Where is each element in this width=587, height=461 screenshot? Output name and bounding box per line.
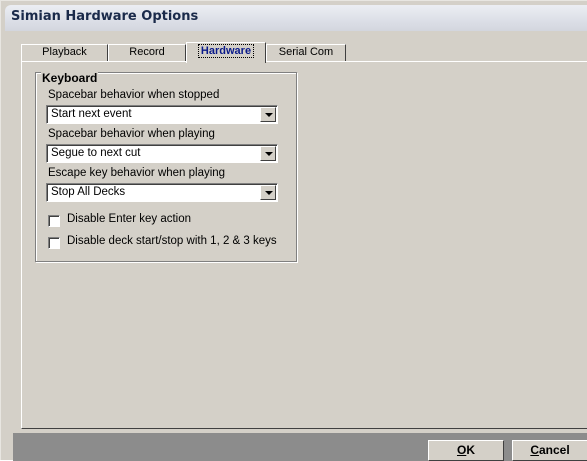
tab-record-label: Record (129, 46, 165, 58)
dropdown-button[interactable] (260, 107, 276, 122)
keyboard-group-title: Keyboard (41, 71, 99, 85)
spacebar-stopped-select[interactable]: Start next event (46, 105, 278, 124)
tab-playback-label: Playback (42, 46, 87, 58)
tab-hardware-label: Hardware (197, 44, 255, 58)
dropdown-button[interactable] (260, 146, 276, 161)
spacebar-stopped-label: Spacebar behavior when stopped (48, 89, 220, 101)
hardware-tab-panel: Keyboard Spacebar behavior when stopped … (21, 61, 587, 429)
cancel-accel: C (530, 443, 539, 457)
ok-rest: K (466, 443, 475, 457)
tab-record[interactable]: Record (108, 44, 186, 61)
title-bar[interactable]: Simian Hardware Options (5, 5, 587, 31)
escape-playing-value: Stop All Decks (51, 186, 126, 198)
disable-enter-checkbox[interactable] (48, 215, 60, 227)
ok-accel: O (456, 443, 467, 457)
chevron-down-icon (265, 113, 273, 117)
disable-enter-label[interactable]: Disable Enter key action (67, 213, 191, 225)
dropdown-button[interactable] (260, 185, 276, 200)
escape-playing-label: Escape key behavior when playing (48, 167, 226, 179)
spacebar-playing-label: Spacebar behavior when playing (48, 128, 215, 140)
keyboard-groupbox: Keyboard Spacebar behavior when stopped … (35, 72, 297, 262)
spacebar-playing-value: Segue to next cut (51, 147, 141, 159)
spacebar-stopped-value: Start next event (51, 108, 132, 120)
tab-hardware[interactable]: Hardware (186, 42, 266, 63)
escape-playing-select[interactable]: Stop All Decks (46, 183, 278, 202)
disable-deck-keys-checkbox[interactable] (48, 237, 60, 249)
cancel-button[interactable]: Cancel (512, 440, 587, 461)
tab-serial-com-label: Serial Com (278, 46, 334, 58)
options-window: Simian Hardware Options Playback Record … (0, 0, 587, 461)
window-title: Simian Hardware Options (11, 9, 199, 24)
spacebar-playing-select[interactable]: Segue to next cut (46, 144, 278, 163)
chevron-down-icon (265, 191, 273, 195)
cancel-rest: ancel (538, 443, 570, 457)
ok-button[interactable]: OK (428, 440, 504, 461)
tab-playback[interactable]: Playback (21, 44, 108, 61)
disable-deck-keys-label[interactable]: Disable deck start/stop with 1, 2 & 3 ke… (67, 235, 277, 247)
chevron-down-icon (265, 152, 273, 156)
tab-serial-com[interactable]: Serial Com (266, 44, 346, 61)
